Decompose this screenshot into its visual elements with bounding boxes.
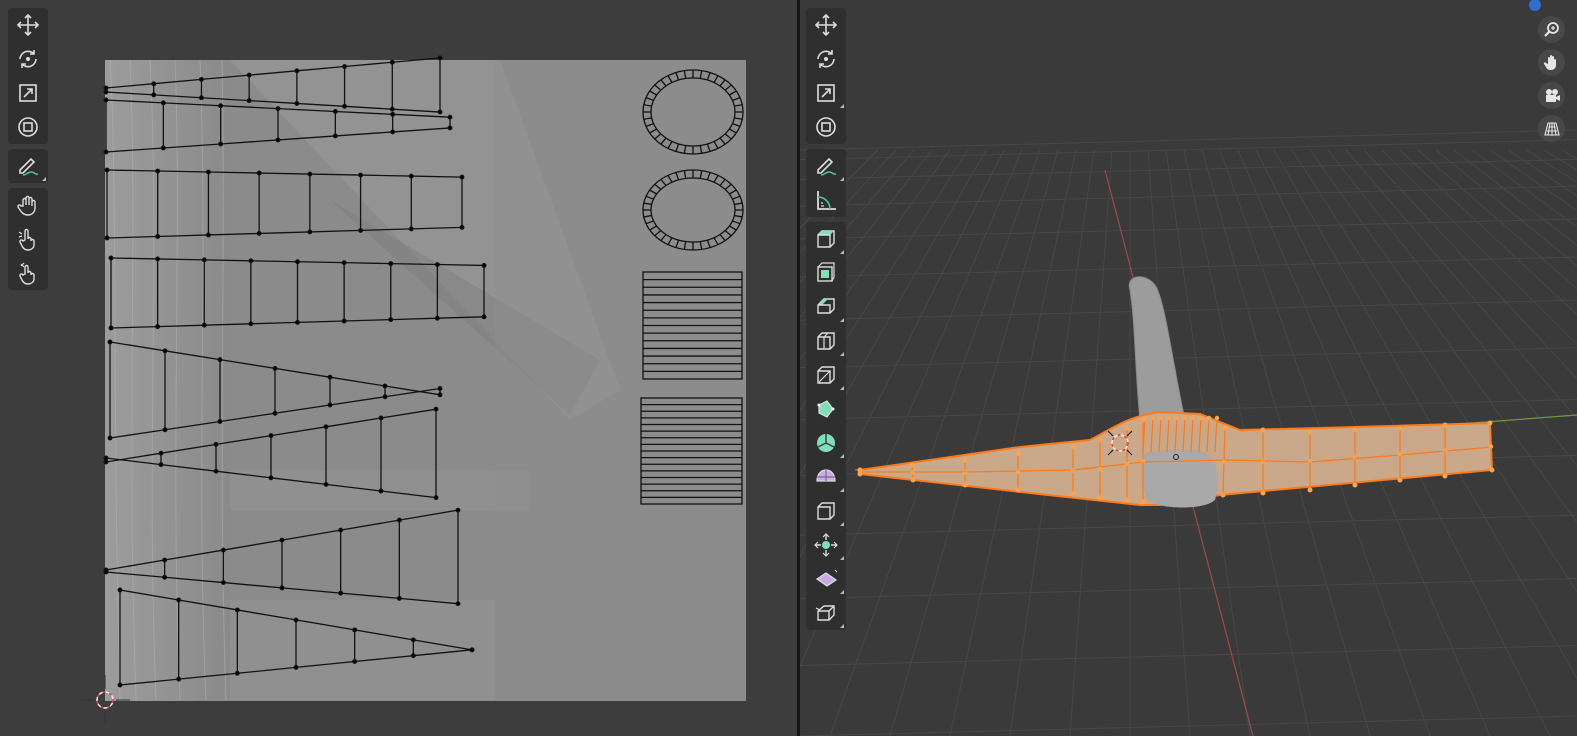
uv-editor[interactable] [0,0,797,736]
perspective-toggle-button[interactable] [1538,115,1565,142]
extrude-region-tool-button[interactable] [806,222,846,256]
vp-rotate-tool-button[interactable] [806,42,846,76]
3d-viewport[interactable] [800,0,1577,736]
bevel-icon [817,298,835,314]
loop-cut-icon [817,332,835,350]
vp-scale-tool-button[interactable] [806,76,846,110]
pan-button[interactable] [1538,49,1565,76]
inset-faces-tool-button[interactable] [806,256,846,290]
bevel-tool-button[interactable] [806,290,846,324]
handle-mesh[interactable] [1128,276,1186,421]
measure-icon [817,191,836,210]
edge-slide-tool-button[interactable] [806,494,846,528]
move-icon [814,13,838,37]
shrink-fatten-icon [814,533,838,557]
vp-annotate-tool-button[interactable] [806,149,846,183]
inset-faces-icon [817,262,835,282]
rotate-icon [817,50,835,68]
smooth-icon [816,469,836,482]
shear-icon [815,569,838,587]
camera-icon [1545,88,1560,102]
hand-pan-icon [1543,54,1556,70]
shear-tool-button[interactable] [806,562,846,596]
spin-icon [817,434,835,452]
transform-icon [816,117,836,137]
uv-canvas[interactable] [0,0,797,736]
shrink-fatten-tool-button[interactable] [806,528,846,562]
pickaxe-head-mesh[interactable] [857,410,1495,508]
spin-tool-button[interactable] [806,426,846,460]
annotate-icon [817,157,837,176]
vp-transform-tool-button[interactable] [806,110,846,144]
loop-cut-tool-button[interactable] [806,324,846,358]
knife-tool-button[interactable] [806,358,846,392]
perspective-grid-icon [1543,121,1560,136]
vp-move-tool-button[interactable] [806,8,846,42]
scale-icon [817,84,835,102]
navigation-gizmo [1538,16,1565,142]
zoom-button[interactable] [1538,16,1565,43]
zoom-icon [1543,21,1559,37]
poly-build-icon [817,400,835,418]
poly-build-tool-button[interactable] [806,392,846,426]
extrude-region-icon [817,230,835,248]
measure-tool-button[interactable] [806,183,846,217]
knife-icon [817,366,835,384]
viewport-canvas[interactable] [800,0,1577,736]
smooth-tool-button[interactable] [806,460,846,494]
camera-view-button[interactable] [1538,82,1565,109]
uv-texture-image [105,59,746,701]
rip-region-tool-button[interactable] [806,596,846,630]
rip-region-icon [815,605,835,621]
viewport-toolbar [806,8,846,635]
edge-slide-icon [817,502,835,520]
